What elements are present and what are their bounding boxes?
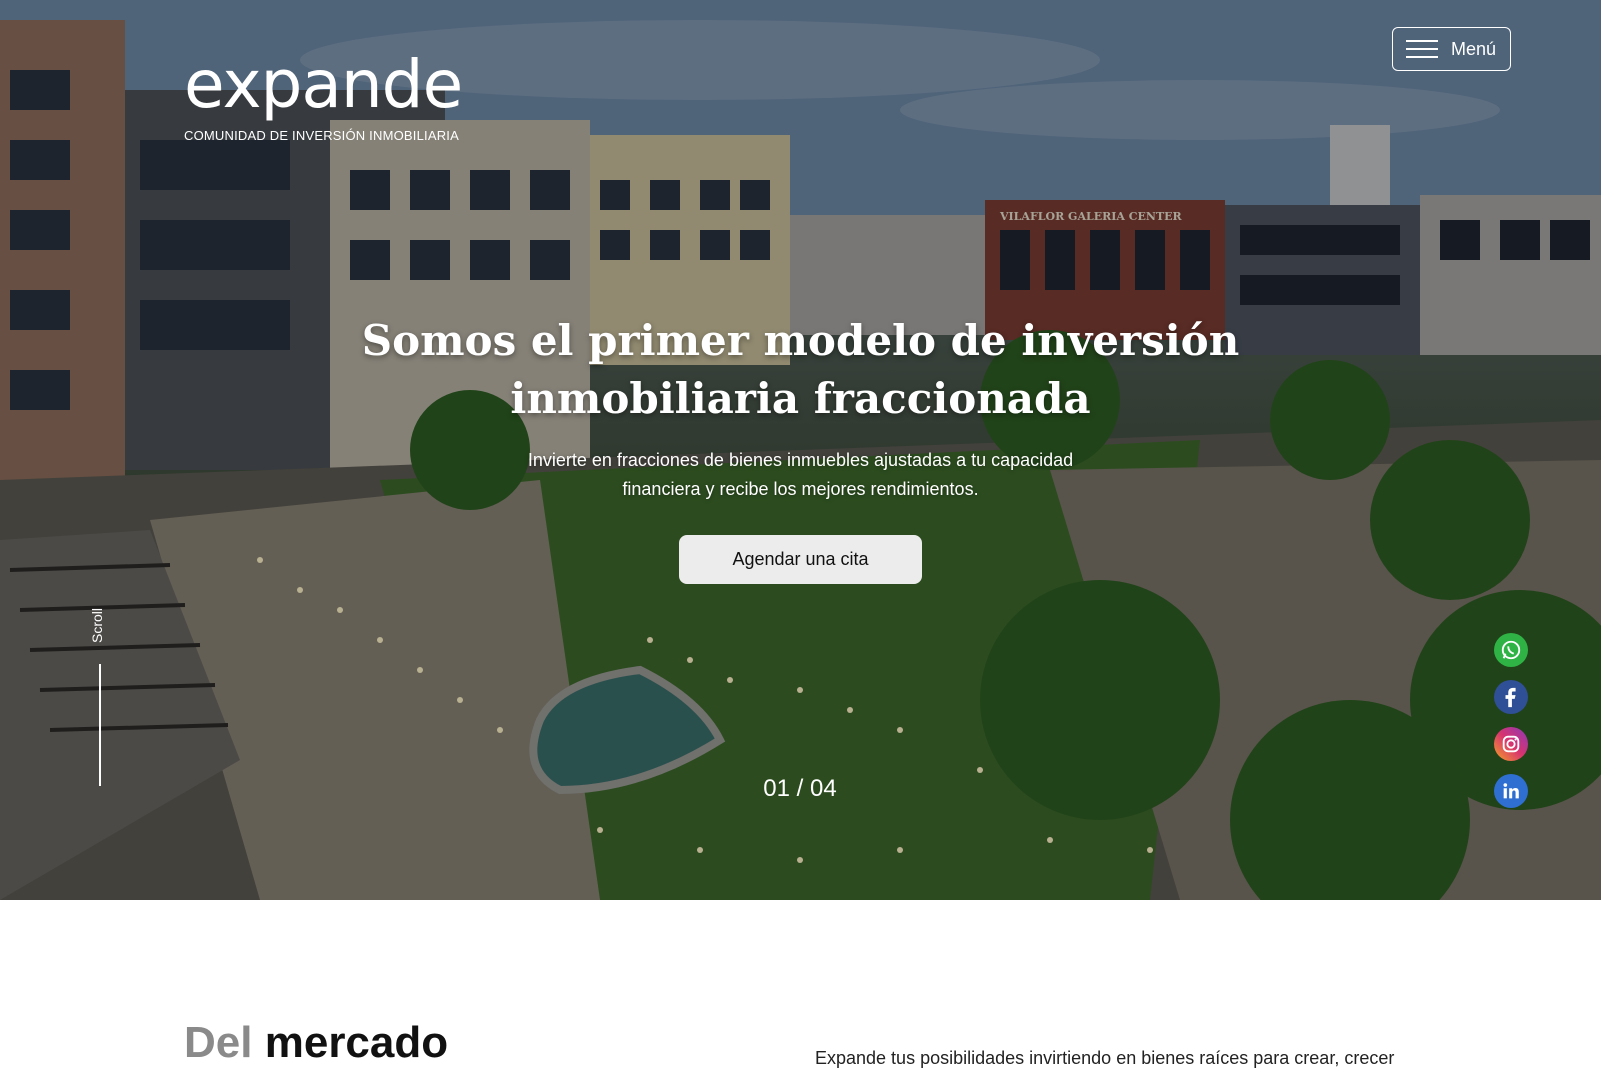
menu-button-label: Menú bbox=[1451, 38, 1497, 59]
section-intro-text: Expande tus posibilidades invirtiendo en… bbox=[815, 1048, 1395, 1068]
section-title: Del mercado bbox=[184, 1018, 448, 1068]
logo-wordmark: expande bbox=[184, 46, 463, 123]
market-section: Del mercado Expande tus posibilidades in… bbox=[0, 900, 1601, 1068]
scroll-indicator-line bbox=[99, 664, 101, 786]
facebook-icon[interactable] bbox=[1494, 680, 1528, 714]
hero-section: VILAFLOR GALERIA CENTER expande COMUNIDA… bbox=[0, 0, 1601, 900]
hamburger-icon bbox=[1406, 39, 1438, 59]
scroll-indicator-label: Scroll bbox=[89, 607, 105, 643]
instagram-icon[interactable] bbox=[1494, 727, 1528, 761]
section-title-bold: mercado bbox=[264, 1018, 449, 1067]
slide-counter: 01 / 04 bbox=[763, 775, 837, 802]
brand-logo[interactable]: expande COMUNIDAD DE INVERSIÓN INMOBILIA… bbox=[184, 46, 463, 144]
menu-button[interactable]: Menú bbox=[1392, 27, 1511, 71]
hero-headline: Somos el primer modelo de inversión inmo… bbox=[361, 316, 1240, 423]
section-title-muted: Del bbox=[184, 1018, 253, 1067]
schedule-appointment-button[interactable]: Agendar una cita bbox=[679, 535, 922, 584]
hero-subline: Invierte en fracciones de bienes inmuebl… bbox=[527, 450, 1074, 499]
whatsapp-icon[interactable] bbox=[1494, 633, 1528, 667]
linkedin-icon[interactable] bbox=[1494, 774, 1528, 808]
logo-tagline: COMUNIDAD DE INVERSIÓN INMOBILIARIA bbox=[184, 128, 459, 143]
